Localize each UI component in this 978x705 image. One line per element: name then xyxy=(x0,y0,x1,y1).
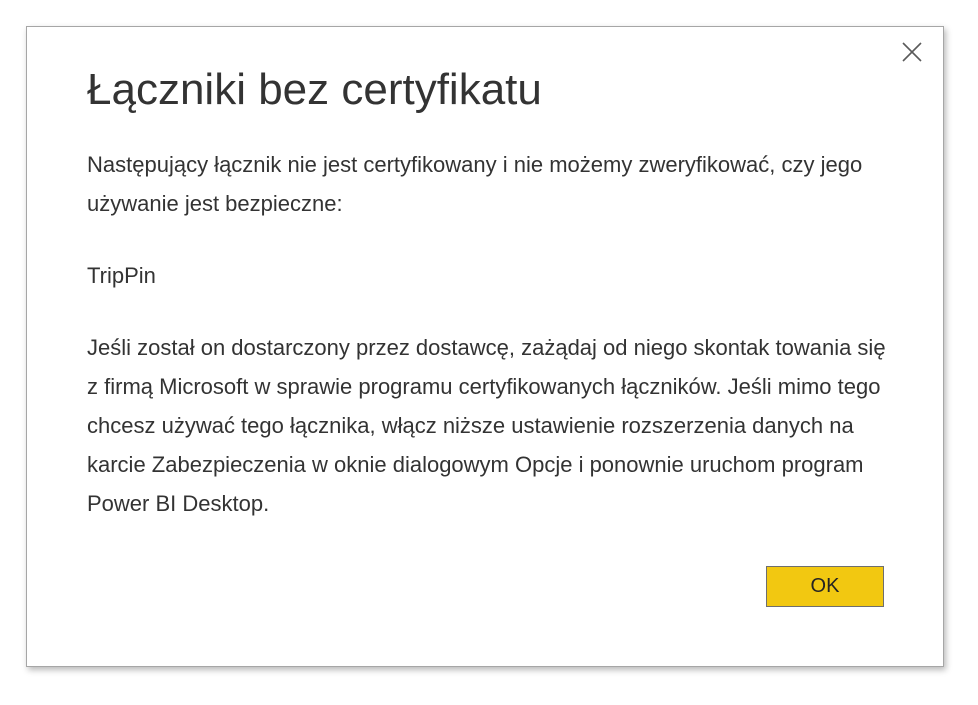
ok-button[interactable]: OK xyxy=(766,566,884,607)
dialog-title: Łączniki bez certyfikatu xyxy=(87,65,542,114)
uncertified-connectors-dialog: Łączniki bez certyfikatu Następujący łąc… xyxy=(26,26,944,667)
close-button[interactable] xyxy=(899,39,925,65)
page: Łączniki bez certyfikatu Następujący łąc… xyxy=(0,0,978,705)
close-icon xyxy=(902,42,922,62)
connector-name: TripPin xyxy=(87,263,156,288)
intro-text: Następujący łącznik nie jest certyfikowa… xyxy=(87,152,863,216)
body-text: Jeśli został on dostarczony przez dostaw… xyxy=(87,335,886,516)
dialog-content: Następujący łącznik nie jest certyfikowa… xyxy=(87,145,902,523)
